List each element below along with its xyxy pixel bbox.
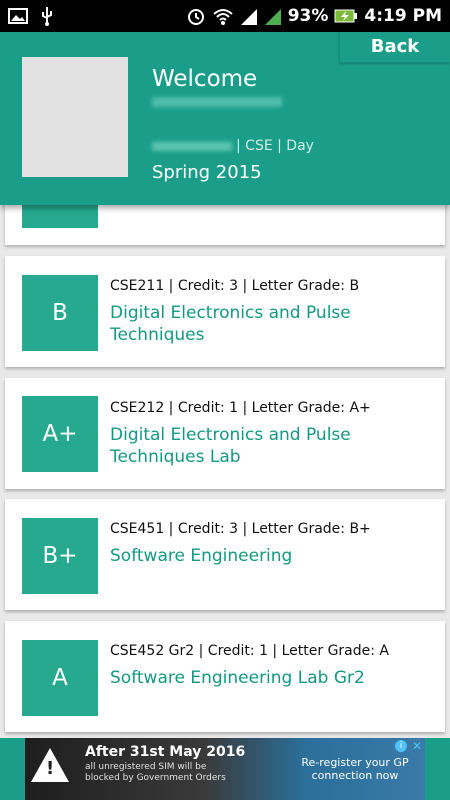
grade-badge: A [22, 640, 98, 716]
ad-info-icon[interactable]: i [395, 740, 407, 752]
usb-icon [42, 7, 52, 26]
department-line: | CSE | Day [152, 138, 314, 154]
wifi-icon [213, 9, 233, 25]
grade-badge: B [22, 275, 98, 351]
course-meta: CSE452 Gr2 | Credit: 1 | Letter Grade: A [110, 643, 389, 659]
course-title: Software Engineering Lab Gr2 [110, 668, 365, 688]
grade-badge: B+ [22, 518, 98, 594]
clock: 4:19 PM [364, 6, 442, 26]
course-meta: CSE451 | Credit: 3 | Letter Grade: B+ [110, 521, 371, 537]
semester-label: Spring 2015 [152, 162, 262, 183]
welcome-text: Welcome [152, 66, 258, 92]
battery-charging-icon [334, 9, 358, 23]
ad-margin-right [425, 738, 450, 800]
list-item[interactable]: A+ CSE212 | Credit: 1 | Letter Grade: A+… [5, 378, 445, 489]
course-title: Software Engineering [110, 546, 293, 566]
ad-banner[interactable]: ! After 31st May 2016 all unregistered S… [25, 738, 425, 800]
course-meta: CSE211 | Credit: 3 | Letter Grade: B [110, 278, 360, 294]
ad-margin-left [0, 738, 25, 800]
list-item[interactable]: A CSE452 Gr2 | Credit: 1 | Letter Grade:… [5, 621, 445, 732]
warning-mark: ! [46, 758, 55, 779]
student-name-redacted [152, 97, 282, 107]
grade-badge: A+ [22, 396, 98, 472]
back-button[interactable]: Back [339, 32, 450, 63]
image-notification-icon [8, 8, 28, 24]
profile-header: Back Welcome | CSE | Day Spring 2015 [0, 32, 450, 205]
signal-sim1-icon [240, 9, 257, 25]
ad-headline: After 31st May 2016 [85, 744, 246, 760]
list-item[interactable]: B CSE211 | Credit: 3 | Letter Grade: B D… [5, 256, 445, 367]
status-bar: 93% 4:19 PM [0, 0, 450, 32]
status-left-icons [8, 6, 54, 26]
course-title: Digital Electronics and Pulse Techniques… [110, 425, 351, 467]
student-id-redacted [152, 141, 232, 151]
ad-cta: Re-register your GP connection now [301, 756, 409, 782]
course-title: Digital Electronics and Pulse Techniques [110, 303, 351, 345]
battery-percent: 93% [287, 6, 329, 26]
course-meta: CSE212 | Credit: 1 | Letter Grade: A+ [110, 400, 371, 416]
list-item[interactable]: B+ CSE451 | Credit: 3 | Letter Grade: B+… [5, 499, 445, 610]
ad-subtext: all unregistered SIM will be blocked by … [85, 762, 226, 783]
ad-close-icon[interactable]: ✕ [412, 739, 422, 753]
status-right: 93% 4:19 PM [186, 0, 442, 32]
alarm-icon [187, 9, 204, 25]
signal-sim2-icon [264, 9, 281, 25]
department-text: | CSE | Day [236, 138, 314, 154]
avatar [22, 57, 128, 177]
